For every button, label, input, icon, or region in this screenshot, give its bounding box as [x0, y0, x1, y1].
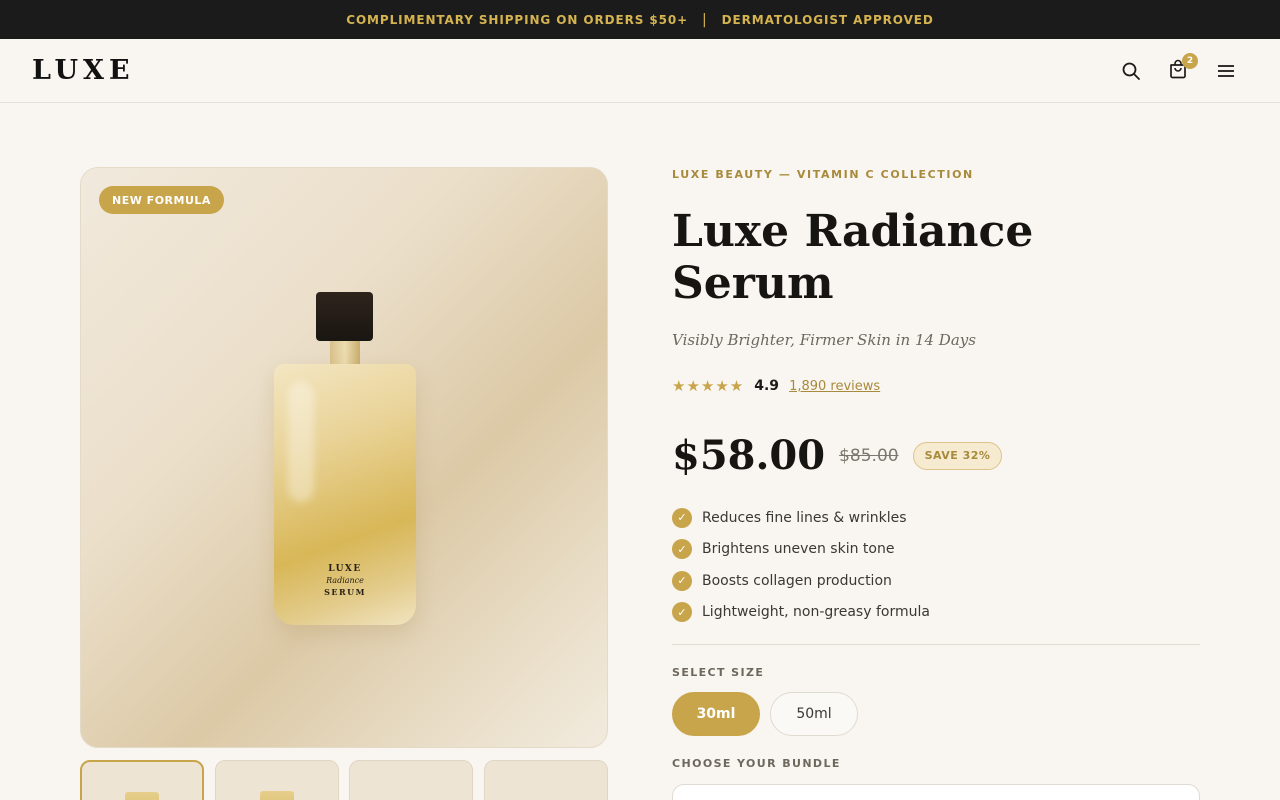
size-option-30ml[interactable]: 30ml — [672, 692, 760, 736]
bottle-neck — [330, 341, 360, 365]
thumbnail[interactable] — [80, 760, 204, 800]
product-title: Luxe Radiance Serum — [672, 206, 1034, 309]
site-header: LUXE 2 — [0, 39, 1280, 103]
benefits-list: ✓ Reduces fine lines & wrinkles ✓ Brighten… — [672, 507, 930, 633]
original-price: $85.00 — [839, 445, 899, 466]
new-formula-badge: NEW FORMULA — [99, 186, 224, 214]
bottle-cap — [316, 292, 373, 341]
benefit-item: ✓ Boosts collagen production — [672, 570, 930, 591]
cart-button[interactable]: 2 — [1166, 53, 1198, 83]
product-subtitle: Visibly Brighter, Firmer Skin in 14 Days — [672, 331, 976, 349]
size-label: SELECT SIZE — [672, 666, 765, 679]
menu-icon[interactable] — [1214, 59, 1238, 83]
cart-count-badge: 2 — [1182, 53, 1198, 69]
thumbnail[interactable] — [215, 760, 339, 800]
size-option-50ml[interactable]: 50ml — [770, 692, 858, 736]
benefit-item: ✓ Reduces fine lines & wrinkles — [672, 507, 930, 528]
announcement-separator: | — [702, 11, 708, 28]
check-icon: ✓ — [672, 570, 692, 591]
check-icon: ✓ — [672, 539, 692, 559]
price-row: $58.00 $85.00 SAVE 32% — [672, 432, 1003, 479]
rating-value: 4.9 — [754, 378, 780, 394]
collection-label: LUXE BEAUTY — VITAMIN C COLLECTION — [672, 168, 974, 181]
search-icon[interactable] — [1119, 59, 1143, 83]
thumbnail-strip — [80, 760, 608, 800]
thumbnail[interactable] — [484, 760, 608, 800]
brand-logo[interactable]: LUXE — [32, 55, 135, 86]
shipping-announcement: COMPLIMENTARY SHIPPING ON ORDERS $50+ — [346, 12, 689, 27]
dermatologist-announcement: DERMATOLOGIST APPROVED — [721, 12, 934, 27]
reviews-link[interactable]: 1,890 reviews — [789, 379, 880, 394]
current-price: $58.00 — [672, 432, 826, 479]
bottle-body: LUXE Radiance SERUM — [274, 364, 416, 625]
check-icon: ✓ — [672, 507, 692, 528]
announcement-bar: COMPLIMENTARY SHIPPING ON ORDERS $50+ | … — [0, 0, 1280, 39]
benefit-item: ✓ Lightweight, non-greasy formula — [672, 602, 930, 623]
product-image[interactable]: NEW FORMULA LUXE Radiance SERUM — [80, 167, 608, 748]
thumbnail[interactable] — [349, 760, 473, 800]
size-selector: 30ml 50ml — [672, 692, 858, 736]
bottle-label: LUXE Radiance SERUM — [324, 564, 366, 597]
rating-row: ★★★★★ 4.9 1,890 reviews — [672, 377, 880, 395]
check-icon: ✓ — [672, 602, 692, 622]
serum-bottle-illustration: LUXE Radiance SERUM — [274, 292, 416, 625]
star-rating-icon: ★★★★★ — [672, 377, 745, 395]
bundle-label: CHOOSE YOUR BUNDLE — [672, 757, 841, 770]
save-badge: SAVE 32% — [912, 441, 1003, 470]
bundle-option[interactable] — [672, 784, 1200, 800]
benefit-item: ✓ Brightens uneven skin tone — [672, 539, 930, 560]
divider — [672, 644, 1200, 645]
